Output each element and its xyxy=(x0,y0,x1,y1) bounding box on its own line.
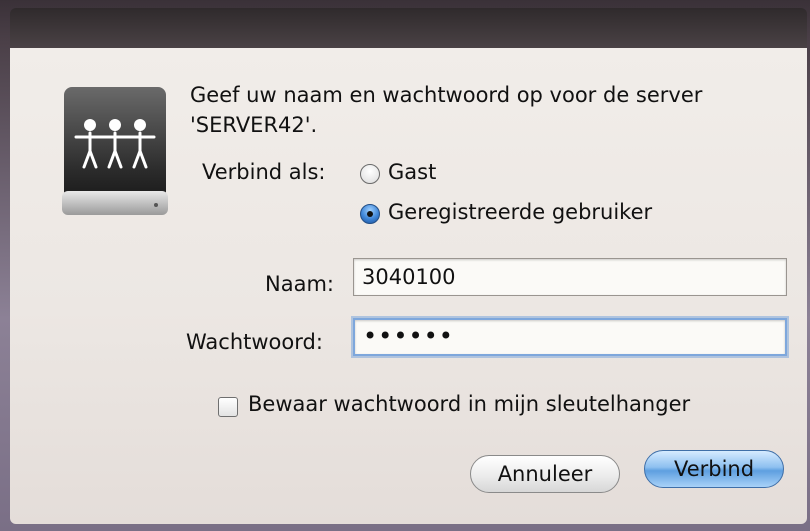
password-field[interactable]: •••••• xyxy=(353,318,787,356)
connect-button[interactable]: Verbind xyxy=(644,450,784,488)
network-server-icon xyxy=(62,87,168,215)
password-label: Wachtwoord: xyxy=(186,330,323,354)
dialog-message: Geef uw naam en wachtwoord op voor de se… xyxy=(190,83,703,137)
cancel-button[interactable]: Annuleer xyxy=(470,455,620,493)
radio-button-registered-user[interactable] xyxy=(360,204,380,224)
window-title-bar xyxy=(10,8,807,48)
radio-label-registered-user[interactable]: Geregistreerde gebruiker xyxy=(388,200,652,224)
connect-as-label: Verbind als: xyxy=(202,160,326,184)
remember-password-label[interactable]: Bewaar wachtwoord in mijn sleutelhanger xyxy=(248,392,690,416)
remember-password-checkbox[interactable] xyxy=(218,397,238,417)
name-field[interactable]: 3040100 xyxy=(353,258,787,296)
radio-button-guest[interactable] xyxy=(360,164,380,184)
name-label: Naam: xyxy=(265,272,334,296)
radio-label-guest[interactable]: Gast xyxy=(388,160,436,184)
connect-to-server-dialog: Geef uw naam en wachtwoord op voor de se… xyxy=(10,48,807,524)
